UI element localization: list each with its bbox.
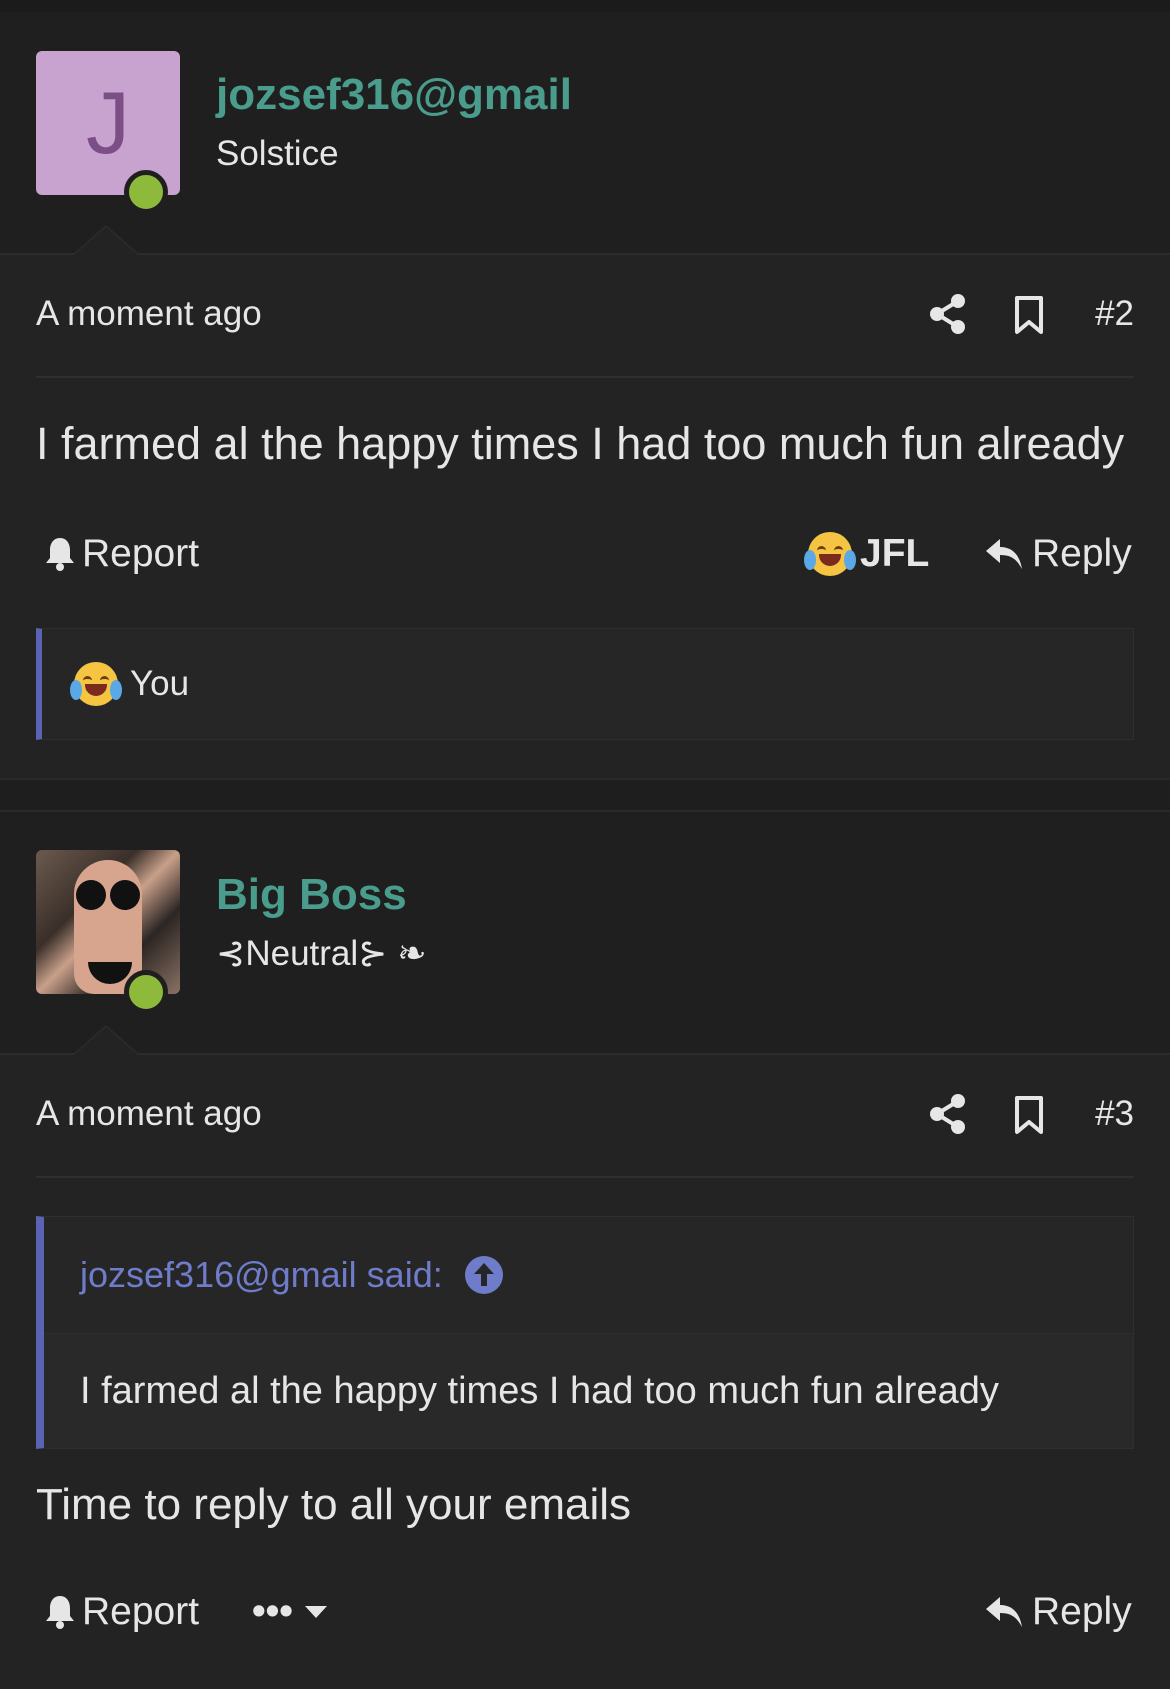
reactions-by: You [130, 664, 190, 703]
post-number[interactable]: #2 [1095, 294, 1134, 334]
reply-label: Reply [1032, 532, 1132, 575]
header-caret [72, 1025, 140, 1055]
user-title: Solstice [216, 134, 339, 173]
laughing-crying-emoji [804, 532, 856, 576]
reactions-summary[interactable]: You [36, 628, 1134, 740]
bookmark-icon[interactable] [1014, 295, 1044, 335]
post-body: Time to reply to all your emails [36, 1480, 632, 1529]
report-button[interactable]: Report [44, 532, 199, 576]
reaction-label: JFL [860, 532, 930, 575]
laughing-crying-emoji [70, 662, 122, 706]
username[interactable]: Big Boss [216, 870, 407, 920]
arrow-up-circle-icon[interactable] [464, 1256, 503, 1294]
bookmark-icon[interactable] [1014, 1095, 1044, 1135]
post-body: I farmed al the happy times I had too mu… [36, 418, 1125, 469]
report-button[interactable]: Report [44, 1590, 199, 1634]
quote-author[interactable]: jozsef316@gmail said: [80, 1254, 443, 1296]
post-user-header: J jozsef316@gmail Solstice [0, 12, 1170, 255]
avatar[interactable] [36, 850, 180, 994]
post: Big Boss ⊰Neutral⊱ ❧ A moment ago #3 joz… [0, 812, 1170, 1689]
post-timestamp[interactable]: A moment ago [36, 294, 262, 334]
post-separator [0, 778, 1170, 812]
more-options-button[interactable]: ••• [252, 1590, 329, 1634]
share-icon[interactable] [930, 294, 966, 334]
online-status-indicator [124, 170, 168, 214]
more-label: ••• [252, 1590, 293, 1633]
bell-icon [46, 1596, 74, 1629]
post-number[interactable]: #3 [1095, 1094, 1134, 1134]
report-label: Report [82, 532, 200, 575]
online-status-indicator [124, 970, 168, 1014]
report-label: Report [82, 1590, 200, 1633]
caret-down-icon [304, 1606, 327, 1618]
username[interactable]: jozsef316@gmail [216, 70, 572, 120]
share-icon[interactable] [930, 1094, 966, 1134]
reply-label: Reply [1032, 1590, 1132, 1633]
post: J jozsef316@gmail Solstice A moment ago … [0, 12, 1170, 778]
quote-text: I farmed al the happy times I had too mu… [44, 1334, 1133, 1448]
quote-header[interactable]: jozsef316@gmail said: [44, 1217, 1133, 1334]
post-timestamp[interactable]: A moment ago [36, 1094, 262, 1134]
user-title: ⊰Neutral⊱ ❧ [216, 934, 427, 973]
divider [36, 1176, 1134, 1178]
reply-icon [986, 539, 1022, 569]
reply-button[interactable]: Reply [984, 1590, 1132, 1634]
post-user-header: Big Boss ⊰Neutral⊱ ❧ [0, 812, 1170, 1055]
bell-icon [46, 538, 74, 571]
divider [36, 376, 1134, 378]
reaction-button[interactable]: JFL [804, 532, 930, 576]
thread-page: J jozsef316@gmail Solstice A moment ago … [0, 0, 1170, 1689]
quote-block: jozsef316@gmail said: I farmed al the ha… [36, 1216, 1134, 1449]
header-caret [72, 225, 140, 255]
reply-icon [986, 1597, 1022, 1627]
top-edge [0, 0, 1170, 12]
reply-button[interactable]: Reply [984, 532, 1132, 576]
